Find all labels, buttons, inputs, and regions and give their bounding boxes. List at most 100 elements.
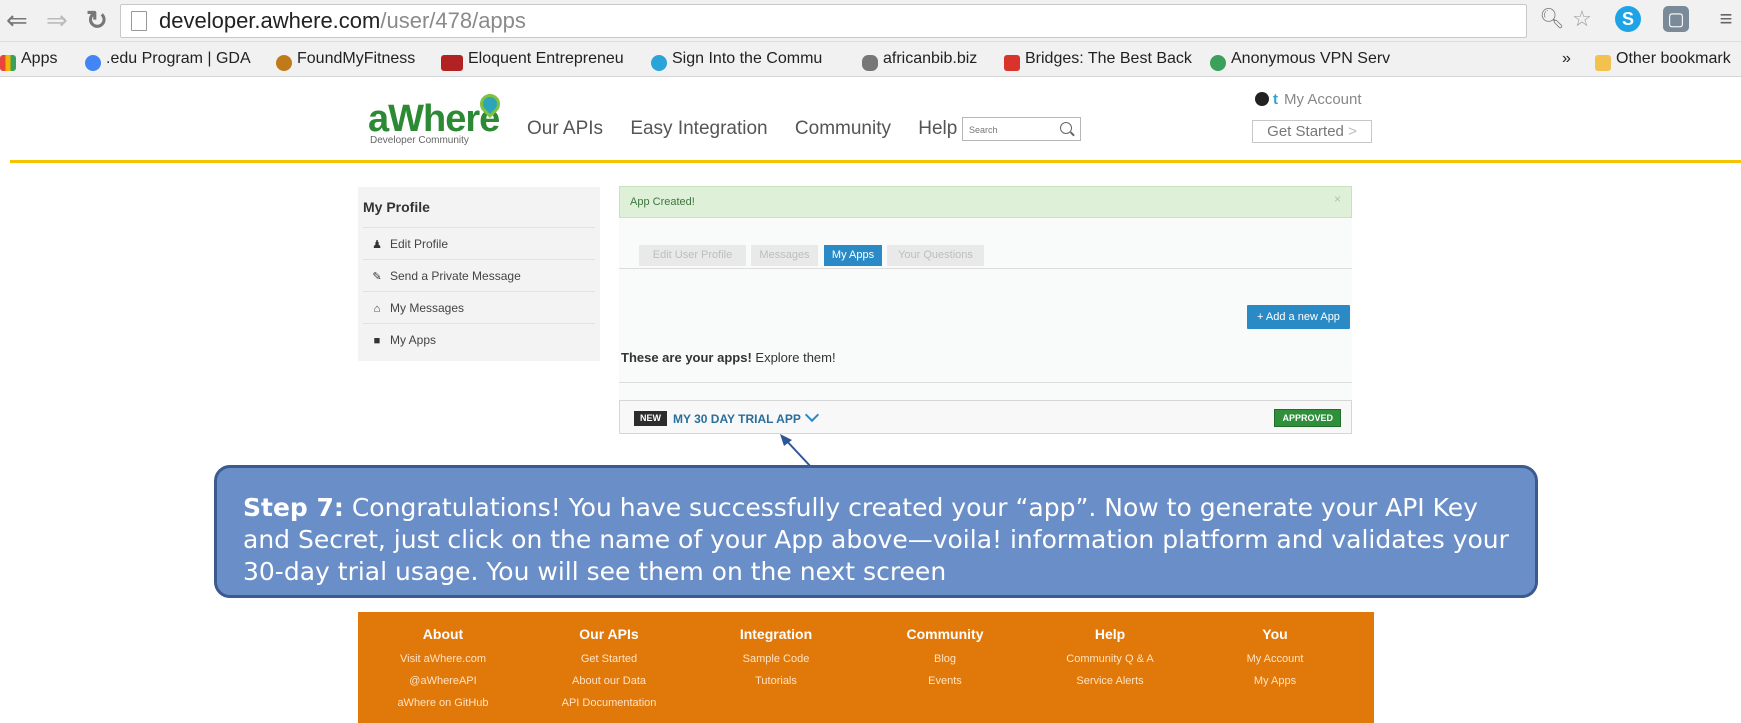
sidebar-item-send-message[interactable]: ✎ Send a Private Message [370,269,520,283]
search-icon[interactable] [1060,122,1072,134]
logo-subtitle: Developer Community [370,135,469,146]
menu-icon[interactable]: ≡ [1713,6,1739,32]
footer-link-my-apps[interactable]: My Apps [1190,670,1360,692]
reload-icon[interactable]: ↻ [86,6,108,34]
tab-edit-user-profile[interactable]: Edit User Profile [639,245,746,266]
map-pin-icon [651,55,667,71]
add-new-app-button[interactable]: + Add a new App [1247,305,1350,329]
bookmark-apps[interactable]: Apps [0,50,57,73]
footer-col-you: You My Account My Apps [1190,626,1360,692]
bookmark-sign-into-community[interactable]: Sign Into the Commu [651,50,822,73]
inbox-icon: ⌂ [373,303,381,315]
url-text[interactable]: developer.awhere.com/user/478/apps [159,8,526,34]
site-footer: About Visit aWhere.com @aWhereAPI aWhere… [358,612,1374,723]
briefcase-icon: ■ [373,335,381,347]
footer-link-sample-code[interactable]: Sample Code [691,648,861,670]
footer-heading: Help [1094,626,1126,642]
sidebar-title: My Profile [363,199,430,215]
avocado-icon [276,55,292,71]
footer-link-service-alerts[interactable]: Service Alerts [1025,670,1195,692]
github-icon[interactable] [1255,92,1269,106]
sidebar-item-my-apps[interactable]: ■ My Apps [370,333,436,347]
footer-col-integration: Integration Sample Code Tutorials [691,626,861,692]
page-icon [131,11,147,31]
extension-icon[interactable]: ▢ [1663,6,1689,32]
google-icon [85,55,101,71]
tab-my-apps[interactable]: My Apps [824,245,882,266]
nav-help[interactable]: Help [918,118,957,139]
footer-link-my-account[interactable]: My Account [1190,648,1360,670]
bookmark-edu-program[interactable]: .edu Program | GDA [85,50,251,73]
callout-text: Step 7: Congratulations! You have succes… [243,493,1509,586]
footer-col-community: Community Blog Events [860,626,1030,692]
browser-toolbar: ⇐ ⇒ ↻ developer.awhere.com/user/478/apps… [0,0,1741,42]
skype-icon[interactable]: S [1615,6,1641,32]
bookmark-foundmyfitness[interactable]: FoundMyFitness [276,50,415,73]
app-name-link[interactable]: MY 30 DAY TRIAL APP [673,407,819,426]
site-search [962,117,1081,141]
footer-heading: About [422,626,464,642]
footer-link-tutorials[interactable]: Tutorials [691,670,861,692]
social-links: t My Account [1255,91,1362,108]
my-account-link[interactable]: My Account [1284,91,1362,108]
search-input[interactable] [967,121,1059,139]
chevron-right-icon: > [1348,123,1357,140]
bookmark-anonymous-vpn[interactable]: Anonymous VPN Serv [1210,50,1390,73]
bookmark-bridges[interactable]: Bridges: The Best Back [1004,50,1192,73]
app-row[interactable]: NEW MY 30 DAY TRIAL APP APPROVED [619,400,1352,434]
footer-link-about-data[interactable]: About our Data [524,670,694,692]
divider [363,227,595,228]
user-icon: ♟ [372,239,382,251]
divider [363,323,595,324]
tab-your-questions[interactable]: Your Questions [887,245,984,266]
footer-heading: You [1262,626,1288,642]
footer-col-our-apis: Our APIs Get Started About our Data API … [524,626,694,714]
main-content [619,186,1352,426]
star-icon[interactable]: ☆ [1569,6,1595,32]
footer-heading: Integration [739,626,813,642]
new-badge: NEW [634,411,667,426]
footer-link-community-qa[interactable]: Community Q & A [1025,648,1195,670]
sidebar-item-edit-profile[interactable]: ♟ Edit Profile [370,237,448,251]
bookmark-overflow-button[interactable]: » [1562,50,1571,68]
profile-sidebar: My Profile ♟ Edit Profile ✎ Send a Private… [358,187,600,361]
fth-icon [441,55,463,71]
nav-easy-integration[interactable]: Easy Integration [630,118,767,139]
footer-link-blog[interactable]: Blog [860,648,1030,670]
footer-col-help: Help Community Q & A Service Alerts [1025,626,1195,692]
vpn-icon [1210,55,1226,71]
tab-messages[interactable]: Messages [751,245,818,266]
footer-link-get-started[interactable]: Get Started [524,648,694,670]
footer-link-visit-awhere[interactable]: Visit aWhere.com [358,648,528,670]
back-arrow-icon[interactable]: ⇐ [6,6,28,34]
footer-link-awhereapi[interactable]: @aWhereAPI [358,670,528,692]
apps-grid-icon [0,55,16,71]
forward-arrow-icon[interactable]: ⇒ [46,6,68,34]
nav-our-apis[interactable]: Our APIs [527,118,603,139]
divider [619,382,1352,383]
footer-link-events[interactable]: Events [860,670,1030,692]
bookmarks-bar: Apps .edu Program | GDA FoundMyFitness E… [0,42,1741,77]
africa-icon [862,55,878,71]
address-bar[interactable]: developer.awhere.com/user/478/apps [120,4,1527,38]
divider [363,259,595,260]
bookmark-africanbib[interactable]: africanbib.biz [862,50,977,73]
folder-icon [1595,55,1611,71]
twitter-icon[interactable]: t [1273,91,1278,108]
nav-community[interactable]: Community [795,118,891,139]
pencil-icon: ✎ [372,271,382,283]
footer-link-api-docs[interactable]: API Documentation [524,692,694,714]
footer-link-github[interactable]: aWhere on GitHub [358,692,528,714]
footer-heading: Community [906,626,984,642]
divider [363,291,595,292]
bookmark-eloquent-entrepreneur[interactable]: Eloquent Entrepreneu [441,50,624,73]
footer-heading: Our APIs [579,626,639,642]
footer-col-about: About Visit aWhere.com @aWhereAPI aWhere… [358,626,528,714]
apps-heading: These are your apps! Explore them! [621,350,836,365]
sidebar-item-my-messages[interactable]: ⌂ My Messages [370,301,464,315]
bookmark-other[interactable]: Other bookmark [1595,50,1731,73]
zoom-icon[interactable]: 🔍︎ [1539,6,1565,32]
get-started-button[interactable]: Get Started > [1252,120,1372,143]
status-badge: APPROVED [1274,409,1341,427]
close-icon[interactable]: × [1334,192,1341,206]
